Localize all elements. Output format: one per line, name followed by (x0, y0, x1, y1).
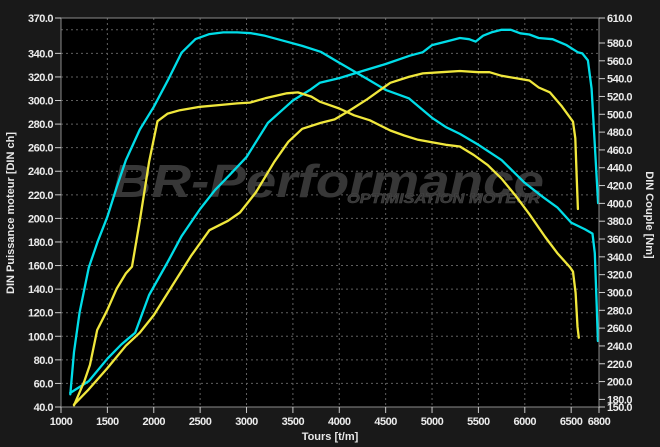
y-left-tick-label: 300.0 (28, 96, 53, 108)
x-tick-label: 4500 (374, 416, 397, 428)
y-right-tick-label: 610.0 (607, 13, 632, 25)
y-right-tick-label: 380.0 (607, 216, 632, 228)
y-left-tick-label: 60.0 (34, 378, 54, 390)
y-left-tick-label: 200.0 (28, 213, 53, 225)
y-right-tick-label: 520.0 (607, 91, 632, 103)
y-right-tick-label: 320.0 (607, 270, 632, 282)
x-tick-label: 6000 (514, 416, 537, 428)
y-left-tick-label: 140.0 (28, 284, 53, 296)
y-left-tick-label: 120.0 (28, 308, 53, 320)
y-left-axis-title: DIN Puissance moteur [DIN ch] (5, 132, 17, 294)
dyno-chart: BR-Performance OPTIMISATION MOTEUR 370.0… (0, 0, 660, 447)
y-right-tick-label: 340.0 (607, 252, 632, 264)
y-right-tick-label: 260.0 (607, 323, 632, 335)
y-left-tick-label: 80.0 (34, 355, 54, 367)
x-tick-label: 5000 (421, 416, 444, 428)
y-left-tick-label: 370.0 (28, 13, 53, 25)
y-left-tick-label: 100.0 (28, 331, 53, 343)
x-tick-label: 6800 (588, 416, 611, 428)
y-right-tick-label: 280.0 (607, 305, 632, 317)
y-left-tick-label: 180.0 (28, 237, 53, 249)
x-tick-label: 5500 (467, 416, 490, 428)
y-right-tick-label: 240.0 (607, 341, 632, 353)
y-right-tick-label: 440.0 (607, 163, 632, 175)
x-tick-label: 1500 (96, 416, 119, 428)
x-tick-label: 4000 (328, 416, 351, 428)
y-right-tick-label: 580.0 (607, 38, 632, 50)
y-left-tick-label: 280.0 (28, 119, 53, 131)
y-right-tick-label: 560.0 (607, 56, 632, 68)
y-right-tick-label: 540.0 (607, 74, 632, 86)
y-right-tick-label: 480.0 (607, 127, 632, 139)
y-left-tick-label: 340.0 (28, 48, 53, 60)
y-right-tick-label: 220.0 (607, 359, 632, 371)
y-left-tick-label: 160.0 (28, 261, 53, 273)
y-right-tick-label: 200.0 (607, 377, 632, 389)
dyno-chart-window: BR-Performance OPTIMISATION MOTEUR 370.0… (0, 0, 660, 447)
y-right-tick-label: 360.0 (607, 234, 632, 246)
y-right-tick-label: 300.0 (607, 287, 632, 299)
x-tick-label: 6500 (560, 416, 583, 428)
x-tick-label: 3500 (282, 416, 305, 428)
y-right-tick-label: 400.0 (607, 198, 632, 210)
y-left-tick-label: 240.0 (28, 166, 53, 178)
x-axis-title: Tours [t/m] (302, 431, 359, 443)
y-left-tick-label: 260.0 (28, 143, 53, 155)
y-left-tick-label: 320.0 (28, 72, 53, 84)
x-tick-label: 1000 (50, 416, 73, 428)
y-left-tick-label: 40.0 (34, 402, 54, 414)
y-right-tick-label: 150.0 (607, 402, 632, 414)
x-tick-label: 2000 (143, 416, 166, 428)
y-right-tick-label: 420.0 (607, 181, 632, 193)
y-right-tick-label: 460.0 (607, 145, 632, 157)
y-right-tick-label: 500.0 (607, 109, 632, 121)
y-right-axis-title: DIN Couple [Nm] (643, 171, 655, 259)
y-left-tick-label: 220.0 (28, 190, 53, 202)
x-tick-label: 3000 (235, 416, 258, 428)
x-tick-label: 2500 (189, 416, 212, 428)
